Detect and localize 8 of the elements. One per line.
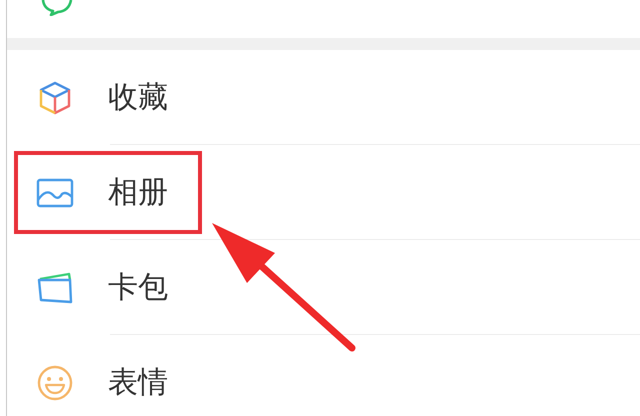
chat-bubble-icon [40, 0, 74, 16]
smiley-icon [36, 364, 74, 402]
menu-label[interactable]: 相册 [108, 172, 168, 213]
card-icon [36, 272, 74, 304]
image-icon [36, 178, 74, 208]
menu-label[interactable]: 收藏 [108, 77, 168, 118]
menu-label[interactable]: 卡包 [108, 267, 168, 308]
menu-label[interactable]: 表情 [108, 362, 168, 403]
